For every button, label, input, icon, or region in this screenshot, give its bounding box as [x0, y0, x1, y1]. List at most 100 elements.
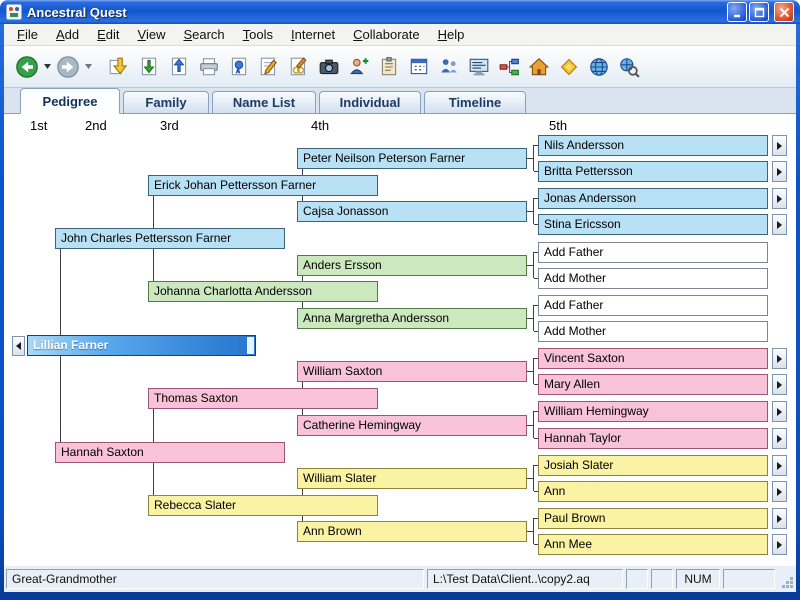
person-box[interactable]: Vincent Saxton: [538, 348, 768, 369]
name-list-icon: [468, 56, 490, 78]
pedigree-chart-button[interactable]: [494, 51, 524, 83]
person-box[interactable]: Thomas Saxton: [148, 388, 378, 409]
expand-generation-button[interactable]: [772, 428, 787, 449]
add-person-slot[interactable]: Add Father: [538, 242, 768, 263]
name-list-button[interactable]: [464, 51, 494, 83]
export-gedcom-button[interactable]: [164, 51, 194, 83]
person-box[interactable]: Paul Brown: [538, 508, 768, 529]
right-arrow-icon: [777, 462, 782, 470]
add-person-slot[interactable]: Add Mother: [538, 268, 768, 289]
right-arrow-icon: [777, 515, 782, 523]
expand-generation-button[interactable]: [772, 161, 787, 182]
person-box[interactable]: Catherine Hemingway: [297, 415, 527, 436]
person-box[interactable]: Ann Brown: [297, 521, 527, 542]
expand-generation-button[interactable]: [772, 214, 787, 235]
expand-generation-button[interactable]: [772, 481, 787, 502]
edit-individual-button[interactable]: [254, 51, 284, 83]
close-button[interactable]: [774, 2, 794, 22]
maximize-button[interactable]: [749, 2, 769, 22]
edit-marriage-icon: [288, 56, 310, 78]
person-box[interactable]: John Charles Pettersson Farner: [55, 228, 285, 249]
menu-item-add[interactable]: Add: [47, 25, 88, 44]
app-icon[interactable]: [6, 4, 22, 20]
scrapbook-button[interactable]: [314, 51, 344, 83]
forward-button[interactable]: [53, 51, 83, 83]
calendar-button[interactable]: [404, 51, 434, 83]
person-box[interactable]: William Saxton: [297, 361, 527, 382]
internet-button[interactable]: [584, 51, 614, 83]
person-box[interactable]: Nils Andersson: [538, 135, 768, 156]
expand-generation-button[interactable]: [772, 401, 787, 422]
expand-generation-button[interactable]: [772, 135, 787, 156]
pedigree-connector-line: [527, 425, 534, 426]
person-box[interactable]: Anna Margretha Andersson: [297, 308, 527, 329]
print-button[interactable]: [194, 51, 224, 83]
family-group-button[interactable]: [434, 51, 464, 83]
add-individual-button[interactable]: [344, 51, 374, 83]
navigate-back-generation-button[interactable]: [12, 336, 25, 356]
person-box[interactable]: Ann Mee: [538, 534, 768, 555]
edit-marriage-button[interactable]: [284, 51, 314, 83]
open-file-icon: [108, 56, 130, 78]
pedigree-connector-line: [527, 265, 534, 266]
menu-item-file[interactable]: File: [8, 25, 47, 44]
expand-generation-button[interactable]: [772, 374, 787, 395]
person-box[interactable]: Mary Allen: [538, 374, 768, 395]
person-box[interactable]: William Slater: [297, 468, 527, 489]
menu-item-edit[interactable]: Edit: [88, 25, 128, 44]
person-box[interactable]: Hannah Taylor: [538, 428, 768, 449]
notes-icon: [378, 56, 400, 78]
expand-generation-button[interactable]: [772, 188, 787, 209]
tab-timeline[interactable]: Timeline: [424, 91, 526, 113]
person-box[interactable]: Hannah Saxton: [55, 442, 285, 463]
back-button[interactable]: [12, 51, 42, 83]
add-person-slot[interactable]: Add Mother: [538, 321, 768, 342]
tab-family[interactable]: Family: [123, 91, 209, 113]
title-bar[interactable]: Ancestral Quest: [0, 0, 800, 24]
back-dropdown[interactable]: [42, 51, 53, 83]
forward-dropdown[interactable]: [83, 51, 94, 83]
person-box[interactable]: William Hemingway: [538, 401, 768, 422]
person-box[interactable]: Peter Neilson Peterson Farner: [297, 148, 527, 169]
person-box[interactable]: Johanna Charlotta Andersson: [148, 281, 378, 302]
open-file-button[interactable]: [104, 51, 134, 83]
menu-item-internet[interactable]: Internet: [282, 25, 344, 44]
home-button[interactable]: [524, 51, 554, 83]
resize-grip[interactable]: [778, 569, 794, 589]
right-arrow-icon: [777, 541, 782, 549]
tab-individual[interactable]: Individual: [319, 91, 421, 113]
tab-pedigree[interactable]: Pedigree: [20, 88, 120, 114]
menu-item-search[interactable]: Search: [174, 25, 233, 44]
person-box[interactable]: Lillian Farner: [27, 335, 256, 356]
print-preview-button[interactable]: [224, 51, 254, 83]
whats-new-button[interactable]: [554, 51, 584, 83]
person-box[interactable]: Ann: [538, 481, 768, 502]
expand-generation-button[interactable]: [772, 348, 787, 369]
toolbar: [4, 46, 796, 88]
notes-button[interactable]: [374, 51, 404, 83]
minimize-button[interactable]: [727, 2, 747, 22]
person-box[interactable]: Erick Johan Pettersson Farner: [148, 175, 378, 196]
person-box[interactable]: Britta Pettersson: [538, 161, 768, 182]
person-box[interactable]: Rebecca Slater: [148, 495, 378, 516]
import-gedcom-button[interactable]: [134, 51, 164, 83]
person-box[interactable]: Cajsa Jonasson: [297, 201, 527, 222]
menu-item-tools[interactable]: Tools: [234, 25, 282, 44]
right-arrow-icon: [777, 381, 782, 389]
expand-generation-button[interactable]: [772, 508, 787, 529]
calendar-icon: [408, 56, 430, 78]
add-person-slot[interactable]: Add Father: [538, 295, 768, 316]
tab-name-list[interactable]: Name List: [212, 91, 316, 113]
menu-item-help[interactable]: Help: [429, 25, 474, 44]
pedigree-connector-line: [527, 531, 534, 532]
person-box[interactable]: Jonas Andersson: [538, 188, 768, 209]
menu-item-collaborate[interactable]: Collaborate: [344, 25, 429, 44]
person-box[interactable]: Anders Ersson: [297, 255, 527, 276]
expand-generation-button[interactable]: [772, 534, 787, 555]
person-box[interactable]: Stina Ericsson: [538, 214, 768, 235]
web-search-button[interactable]: [614, 51, 644, 83]
person-box[interactable]: Josiah Slater: [538, 455, 768, 476]
home-icon: [528, 56, 550, 78]
expand-generation-button[interactable]: [772, 455, 787, 476]
menu-item-view[interactable]: View: [129, 25, 175, 44]
